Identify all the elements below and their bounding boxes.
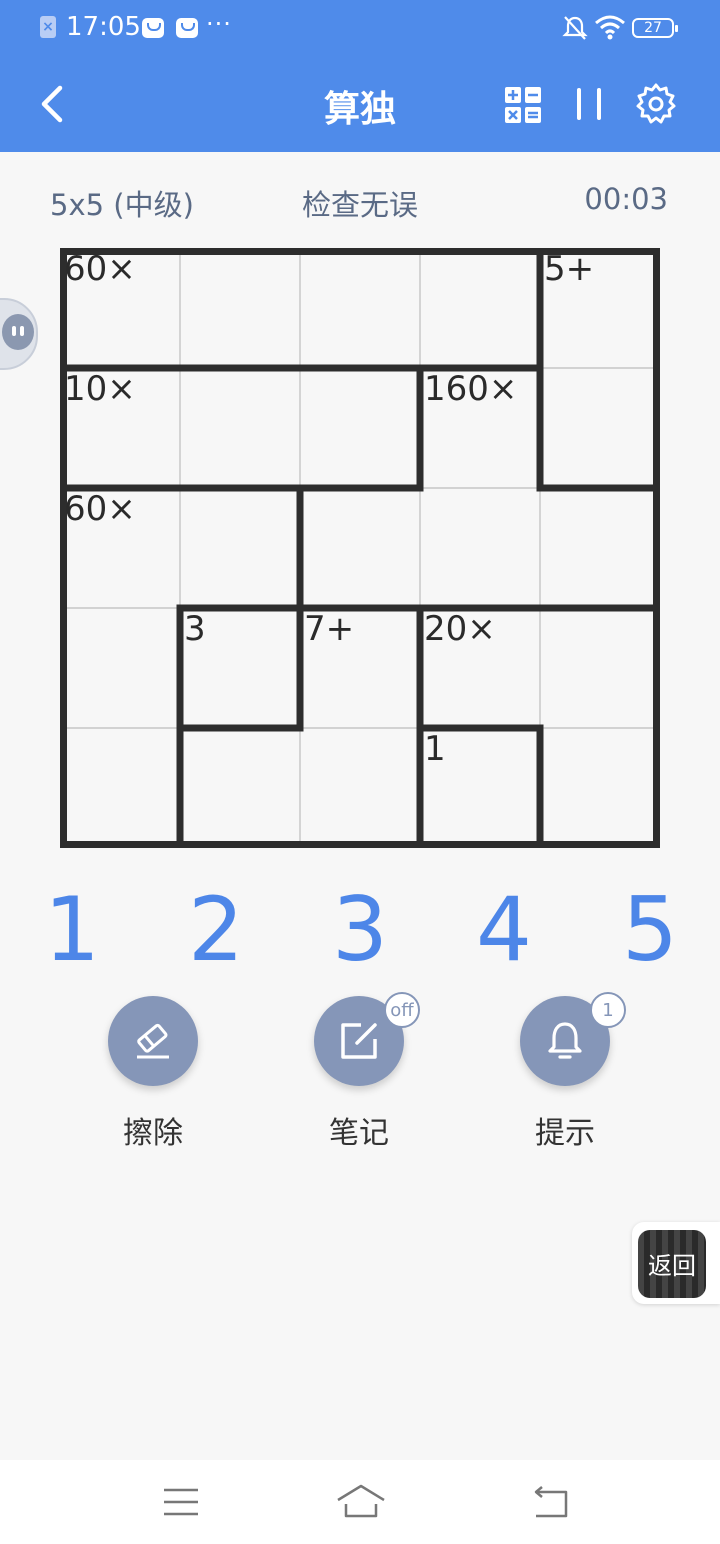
hint-button[interactable]: 1 xyxy=(520,992,626,1086)
message-icon xyxy=(142,18,164,38)
cage-label: 5+ xyxy=(544,249,595,289)
back-nav-icon[interactable] xyxy=(530,1484,570,1520)
home-icon[interactable] xyxy=(336,1484,386,1520)
bell-icon xyxy=(548,1022,582,1059)
number-pad: 12345 xyxy=(0,880,720,980)
grid-cell[interactable]: 3 xyxy=(180,608,300,728)
status-bar: × 17:05 ··· 27 xyxy=(0,0,720,56)
more-notifications: ··· xyxy=(206,10,232,38)
hint-count-badge: 1 xyxy=(590,992,626,1028)
number-button-3[interactable]: 3 xyxy=(320,880,400,980)
gear-icon[interactable] xyxy=(634,82,678,126)
mute-icon xyxy=(562,16,588,40)
assistant-face-icon xyxy=(2,314,34,350)
number-button-4[interactable]: 4 xyxy=(464,880,544,980)
kenken-grid: 60× 5+ 10× 160× 60× 3 7+ 20× 1 xyxy=(60,248,660,848)
grid-cell[interactable]: 1 xyxy=(420,728,540,848)
grid-cell[interactable]: 10× xyxy=(60,368,180,488)
cage-label: 20× xyxy=(424,609,496,649)
number-button-2[interactable]: 2 xyxy=(176,880,256,980)
timer: 00:03 xyxy=(584,182,668,216)
edit-note-icon xyxy=(341,1023,377,1059)
puzzle-info: 5x5 (中级) 检查无误 00:03 xyxy=(0,182,720,224)
notification-x-icon: × xyxy=(40,16,56,38)
notes-off-badge: off xyxy=(384,992,420,1028)
pause-icon[interactable] xyxy=(572,84,606,124)
cage-label: 3 xyxy=(184,609,206,649)
eraser-icon xyxy=(137,1023,169,1059)
cage-label: 60× xyxy=(64,489,136,529)
floating-assistant-button[interactable] xyxy=(0,298,38,370)
cage-label: 10× xyxy=(64,369,136,409)
system-nav-bar xyxy=(0,1460,720,1544)
hint-tool[interactable]: 1 提示 xyxy=(500,992,630,1152)
cage-label: 160× xyxy=(424,369,518,409)
menu-icon[interactable] xyxy=(162,1484,200,1520)
cage-label: 60× xyxy=(64,249,136,289)
grid-cell[interactable]: 60× xyxy=(60,488,180,608)
notes-tool[interactable]: off 笔记 xyxy=(294,992,424,1152)
erase-label: 擦除 xyxy=(123,1116,183,1151)
grid-cell[interactable]: 7+ xyxy=(300,608,420,728)
app-bar: 算独 xyxy=(0,56,720,152)
notes-button[interactable]: off xyxy=(314,992,420,1086)
tool-bar: 擦除 off 笔记 1 提示 xyxy=(0,992,720,1156)
wifi-icon xyxy=(595,15,625,40)
number-button-5[interactable]: 5 xyxy=(610,880,690,980)
return-button[interactable]: 返回 xyxy=(632,1222,720,1304)
erase-button[interactable] xyxy=(108,996,198,1086)
erase-tool[interactable]: 擦除 xyxy=(88,996,218,1152)
page-title: 算独 xyxy=(323,89,396,130)
status-time: 17:05 xyxy=(66,12,141,42)
grid-cell[interactable]: 160× xyxy=(420,368,540,488)
grid-cell[interactable]: 20× xyxy=(420,608,540,728)
grid-cell[interactable]: 60× xyxy=(60,248,180,368)
cage-label: 1 xyxy=(424,729,446,769)
hint-label: 提示 xyxy=(535,1116,595,1151)
return-label: 返回 xyxy=(648,1252,696,1280)
number-button-1[interactable]: 1 xyxy=(32,880,112,980)
cage-label: 7+ xyxy=(304,609,355,649)
calculator-icon[interactable] xyxy=(504,86,542,124)
notes-label: 笔记 xyxy=(329,1116,389,1151)
battery-icon: 27 xyxy=(632,18,678,38)
message-icon xyxy=(176,18,198,38)
grid-cell[interactable]: 5+ xyxy=(540,248,660,368)
